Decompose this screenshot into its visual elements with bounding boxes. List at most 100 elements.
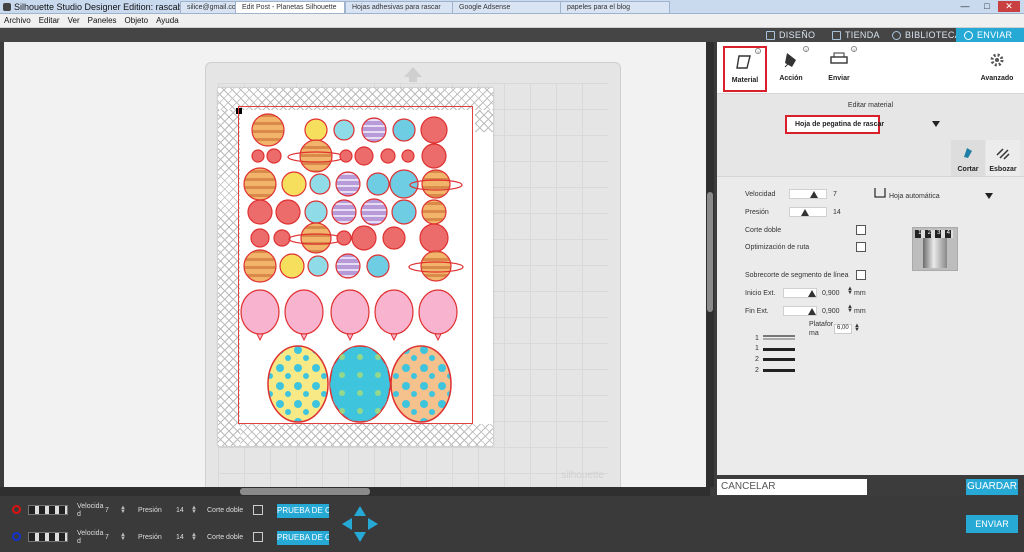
end-ext-knob[interactable] bbox=[808, 308, 816, 315]
planet-sticker bbox=[299, 139, 333, 173]
pressure-label: Presión bbox=[138, 507, 162, 514]
mode-cut-tab[interactable]: Cortar bbox=[951, 140, 985, 176]
vertical-scrollbar[interactable] bbox=[706, 42, 714, 487]
blue-line-color-icon bbox=[12, 532, 21, 541]
vertical-scroll-thumb[interactable] bbox=[707, 192, 713, 312]
pressure-spinner[interactable]: ▲ ▼ bbox=[191, 532, 197, 542]
platform-label: Platafor ma bbox=[809, 321, 834, 337]
planet-sticker bbox=[419, 223, 449, 253]
nav-design[interactable]: DISEÑO bbox=[766, 28, 815, 42]
pressure-slider[interactable] bbox=[789, 207, 827, 217]
blade-scale-4: 4 bbox=[946, 230, 950, 236]
planet-sticker bbox=[339, 149, 353, 163]
planet-sticker bbox=[336, 230, 352, 246]
pass-line[interactable] bbox=[763, 348, 795, 351]
nav-send[interactable]: ENVIAR bbox=[956, 28, 1024, 42]
app-top-bar: DISEÑO TIENDA BIBLIOTECA ENVIAR bbox=[0, 28, 1024, 42]
arrow-right-icon[interactable] bbox=[368, 518, 378, 530]
planet-sticker bbox=[243, 249, 277, 283]
balloon-sticker bbox=[284, 289, 324, 335]
test-cut-button[interactable]: PRUEBA DE CORTE bbox=[277, 531, 329, 545]
balloon-knot bbox=[434, 333, 442, 342]
tab-material[interactable]: i Material bbox=[723, 46, 767, 92]
nav-store[interactable]: TIENDA bbox=[832, 28, 880, 42]
chevron-down-icon[interactable] bbox=[985, 193, 993, 199]
pass-line[interactable] bbox=[763, 335, 795, 337]
menu-ayuda[interactable]: Ayuda bbox=[152, 16, 183, 25]
browser-tab[interactable]: Hojas adhesivas para rascar bbox=[345, 1, 455, 13]
pass-count: 1 bbox=[755, 345, 759, 352]
end-ext-label: Fin Ext. bbox=[745, 308, 769, 315]
sticker-design[interactable] bbox=[238, 110, 474, 426]
advanced-button[interactable]: Avanzado bbox=[975, 46, 1019, 92]
balloon-knot bbox=[256, 333, 264, 342]
material-dropdown[interactable]: Hoja de pegatina de rascar bbox=[785, 115, 884, 134]
send-button[interactable]: ENVIAR bbox=[966, 515, 1018, 533]
end-ext-spinner[interactable]: ▲ ▼ bbox=[847, 304, 853, 314]
double-cut-checkbox[interactable] bbox=[253, 532, 263, 542]
planet-sticker bbox=[361, 117, 387, 143]
arrow-up-icon[interactable] bbox=[354, 506, 366, 516]
start-ext-knob[interactable] bbox=[808, 290, 816, 297]
line-overcut-checkbox[interactable] bbox=[856, 270, 866, 280]
planet-sticker bbox=[243, 167, 277, 201]
planet-sticker bbox=[366, 172, 390, 196]
pressure-value: 14 bbox=[176, 507, 184, 514]
speed-knob[interactable] bbox=[809, 191, 818, 198]
arrow-down-icon[interactable] bbox=[354, 532, 366, 542]
speed-spinner[interactable]: ▲ ▼ bbox=[120, 505, 126, 515]
menu-objeto[interactable]: Objeto bbox=[121, 16, 153, 25]
pass-line[interactable] bbox=[763, 338, 795, 340]
route-optimization-checkbox[interactable] bbox=[856, 242, 866, 252]
start-ext-slider[interactable] bbox=[783, 288, 817, 298]
double-cut-label: Corte doble bbox=[207, 534, 244, 541]
browser-tab[interactable]: papeles para el blog bbox=[560, 1, 670, 13]
end-ext-slider[interactable] bbox=[783, 306, 817, 316]
planet-sticker bbox=[251, 113, 285, 147]
planet-sticker bbox=[300, 222, 332, 254]
minimize-button[interactable]: — bbox=[954, 1, 976, 12]
tab-action[interactable]: i Acción bbox=[769, 46, 813, 92]
info-icon[interactable]: i bbox=[851, 46, 857, 52]
speed-slider[interactable] bbox=[789, 189, 827, 199]
double-cut-checkbox[interactable] bbox=[253, 505, 263, 515]
start-ext-spinner[interactable]: ▲ ▼ bbox=[847, 286, 853, 296]
menu-archivo[interactable]: Archivo bbox=[0, 16, 35, 25]
tool-selector[interactable] bbox=[28, 505, 68, 515]
nav-library[interactable]: BIBLIOTECA bbox=[892, 28, 961, 42]
pressure-knob[interactable] bbox=[801, 209, 810, 216]
planet-sticker bbox=[421, 169, 451, 199]
horizontal-scroll-thumb[interactable] bbox=[240, 488, 370, 495]
save-button[interactable]: GUARDAR bbox=[966, 479, 1018, 495]
info-icon[interactable]: i bbox=[755, 48, 761, 54]
chevron-down-icon[interactable] bbox=[932, 121, 940, 127]
pass-line[interactable] bbox=[763, 358, 795, 361]
speed-spinner[interactable]: ▲ ▼ bbox=[120, 532, 126, 542]
pressure-spinner[interactable]: ▲ ▼ bbox=[191, 505, 197, 515]
browser-tab-active[interactable]: Edit Post - Planetas Silhouette bbox=[235, 1, 345, 13]
menu-ver[interactable]: Ver bbox=[64, 16, 84, 25]
planet-sticker bbox=[389, 169, 419, 199]
balloon-knot bbox=[346, 333, 354, 342]
maximize-button[interactable]: □ bbox=[976, 1, 998, 12]
horizontal-scrollbar[interactable] bbox=[0, 487, 710, 496]
tab-send[interactable]: i Enviar bbox=[817, 46, 861, 92]
menu-editar[interactable]: Editar bbox=[35, 16, 64, 25]
tool-selector[interactable] bbox=[28, 532, 68, 542]
close-button[interactable]: ✕ bbox=[998, 1, 1020, 12]
menu-paneles[interactable]: Paneles bbox=[84, 16, 121, 25]
cancel-button[interactable]: CANCELAR bbox=[717, 479, 867, 495]
platform-spinner[interactable]: ▲ ▼ bbox=[854, 323, 860, 333]
line-overcut-label: Sobrecorte de segmento de línea bbox=[745, 272, 849, 279]
info-icon[interactable]: i bbox=[803, 46, 809, 52]
test-cut-button[interactable]: PRUEBA DE CORTE bbox=[277, 504, 329, 518]
no-cut-zone-corner bbox=[475, 110, 493, 132]
mode-sketch-tab[interactable]: Esbozar bbox=[986, 140, 1020, 176]
arrow-left-icon[interactable] bbox=[342, 518, 352, 530]
platform-input[interactable]: 6,00 bbox=[834, 324, 852, 334]
browser-tab[interactable]: Google Adsense bbox=[452, 1, 562, 13]
pass-line[interactable] bbox=[763, 369, 795, 372]
double-cut-checkbox[interactable] bbox=[856, 225, 866, 235]
speed-value: 7 bbox=[105, 534, 109, 541]
title-bar: Silhouette Studio Designer Edition: rasc… bbox=[0, 0, 1024, 14]
